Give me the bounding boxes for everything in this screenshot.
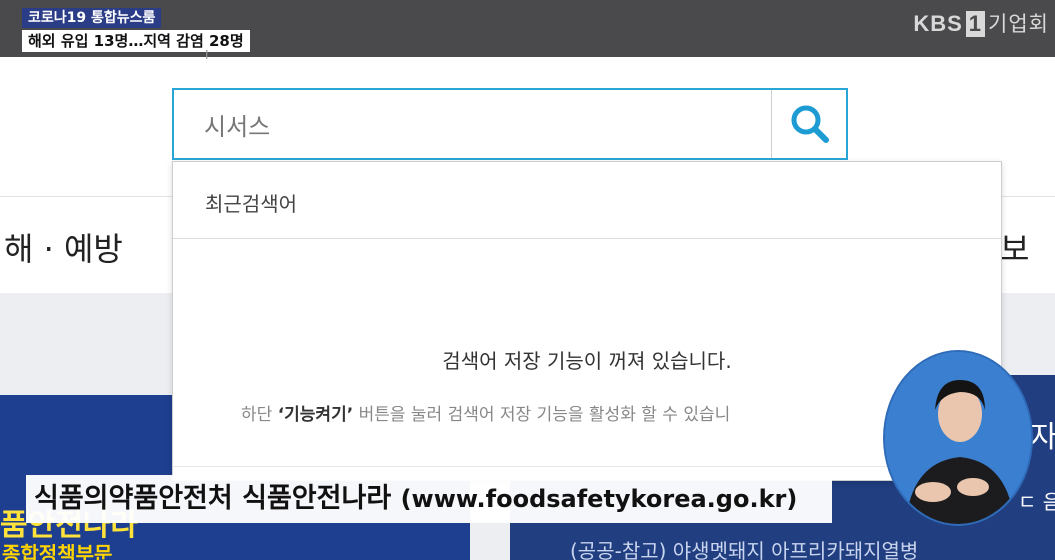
- nav-item-prevention[interactable]: 해 · 예방: [4, 224, 123, 270]
- broadcast-top-bar: 코로나19 통합뉴스룸 해외 유입 13명…지역 감염 28명 KBS 1 기업회: [0, 0, 1055, 57]
- right-panel-heading: 자: [1030, 420, 1055, 455]
- hint-suffix: 버튼을 눌러 검색어 저장 기능을 활성화 할 수 있습니: [353, 405, 731, 425]
- search-box: [172, 88, 848, 160]
- left-banner-subtitle: 종합정책부문: [2, 542, 113, 560]
- enable-feature-keyword: ‘기능켜기’: [277, 405, 354, 425]
- brand-number: 1: [965, 11, 986, 37]
- search-input[interactable]: [174, 90, 772, 158]
- recent-searches-title: 최근검색어: [205, 192, 297, 216]
- nav-item-info[interactable]: 보: [1000, 224, 1029, 270]
- hint-prefix: 하단: [241, 405, 278, 425]
- news-tag: 코로나19 통합뉴스룸: [22, 8, 162, 28]
- right-panel-list-item[interactable]: (공공-참고) 야생멧돼지 아프리카돼지열병: [570, 535, 918, 560]
- search-history-disabled-message: 검색어 저장 기능이 꺼져 있습니다.: [442, 349, 732, 373]
- interpreter-figure: [885, 352, 1031, 524]
- brand-suffix: 기업회: [988, 13, 1049, 36]
- text-cursor-icon: I: [205, 48, 209, 62]
- recent-searches-dropdown: 최근검색어 검색어 저장 기능이 꺼져 있습니다. 하단 ‘기능켜기’ 버튼을 …: [172, 161, 1002, 481]
- search-button[interactable]: [774, 90, 846, 158]
- caption-title: 식품의약품안전처 식품안전나라: [34, 483, 392, 514]
- broadcaster-logo: KBS 1 기업회: [913, 8, 1049, 38]
- broadcast-caption: 식품의약품안전처 식품안전나라 (www.foodsafetykorea.go.…: [26, 475, 832, 523]
- divider: [173, 466, 1001, 467]
- caption-url: (www.foodsafetykorea.go.kr): [400, 485, 798, 513]
- sign-language-interpreter: [883, 350, 1033, 526]
- brand-prefix: KBS: [913, 11, 963, 36]
- divider: [173, 238, 1001, 239]
- search-history-hint: 하단 ‘기능켜기’ 버튼을 눌러 검색어 저장 기능을 활성화 할 수 있습니: [241, 400, 730, 425]
- news-headline: 해외 유입 13명…지역 감염 28명: [22, 30, 250, 52]
- search-icon: [791, 105, 829, 143]
- right-panel-text: ㄷ 음: [1018, 490, 1055, 514]
